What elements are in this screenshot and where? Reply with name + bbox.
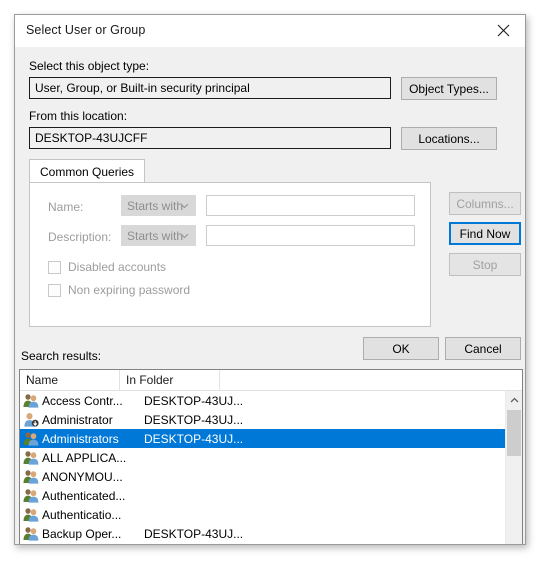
- group-icon: [23, 469, 39, 484]
- chevron-down-icon: [180, 203, 189, 209]
- common-queries-panel: Name: Starts with Description: Starts wi…: [29, 182, 431, 327]
- location-label: From this location:: [29, 109, 128, 123]
- table-row[interactable]: Administrators DESKTOP-43UJ...: [20, 429, 505, 448]
- table-row[interactable]: ALL APPLICA...: [20, 448, 505, 467]
- list-header: Name In Folder: [20, 370, 522, 391]
- scroll-up-icon[interactable]: [506, 391, 522, 408]
- stop-button[interactable]: Stop: [449, 253, 521, 276]
- checkbox-non-expiring-password[interactable]: Non expiring password: [48, 283, 190, 297]
- dialog-body: Select this object type: User, Group, or…: [15, 47, 525, 544]
- vertical-scrollbar[interactable]: [505, 391, 522, 544]
- screen: Select User or Group Select this object …: [0, 0, 556, 563]
- row-name: Authenticated...: [42, 488, 126, 503]
- description-condition-select[interactable]: Starts with: [121, 225, 196, 246]
- checkbox-label: Non expiring password: [68, 283, 191, 297]
- column-header-name[interactable]: Name: [20, 370, 120, 390]
- location-field[interactable]: DESKTOP-43UJCFF: [29, 127, 391, 149]
- row-folder: DESKTOP-43UJ...: [144, 412, 244, 427]
- table-row[interactable]: Administrator DESKTOP-43UJ...: [20, 410, 505, 429]
- name-condition-select[interactable]: Starts with: [121, 195, 196, 216]
- name-value-input[interactable]: [206, 195, 415, 216]
- group-icon: [23, 488, 39, 503]
- title-bar: Select User or Group: [15, 15, 525, 47]
- cancel-button[interactable]: Cancel: [445, 337, 521, 360]
- search-results-label: Search results:: [21, 349, 102, 363]
- list-rows: Access Contr... DESKTOP-43UJ... Administra…: [20, 391, 505, 544]
- scrollbar-thumb[interactable]: [507, 410, 521, 456]
- close-glyph: [497, 24, 509, 37]
- column-header-filler: [220, 370, 507, 390]
- search-results-list[interactable]: Name In Folder Access Contr... DESKTOP-43…: [19, 369, 523, 544]
- user-icon: [23, 412, 39, 427]
- description-condition-value: Starts with: [127, 228, 184, 243]
- table-row[interactable]: ANONYMOU...: [20, 467, 505, 486]
- description-label: Description:: [48, 230, 112, 244]
- tab-strip: Common Queries: [29, 159, 431, 183]
- row-folder: DESKTOP-43UJ...: [144, 431, 244, 446]
- row-name: ANONYMOU...: [42, 469, 123, 484]
- columns-button[interactable]: Columns...: [449, 192, 521, 215]
- table-row[interactable]: BATCH: [20, 543, 505, 544]
- checkbox-disabled-accounts[interactable]: Disabled accounts: [48, 260, 166, 274]
- group-icon: [23, 431, 39, 446]
- object-types-button[interactable]: Object Types...: [401, 77, 497, 100]
- object-type-field[interactable]: User, Group, or Built-in security princi…: [29, 77, 391, 99]
- column-header-in-folder[interactable]: In Folder: [120, 370, 220, 390]
- group-icon: [23, 450, 39, 465]
- ok-button[interactable]: OK: [363, 337, 439, 360]
- row-folder: DESKTOP-43UJ...: [144, 526, 244, 541]
- chevron-down-icon: [180, 233, 189, 239]
- table-row[interactable]: Authenticated...: [20, 486, 505, 505]
- checkbox-box: [48, 260, 61, 274]
- row-name: ALL APPLICA...: [42, 450, 127, 465]
- table-row[interactable]: Backup Oper... DESKTOP-43UJ...: [20, 524, 505, 543]
- object-type-label: Select this object type:: [29, 59, 150, 73]
- group-icon: [23, 507, 39, 522]
- row-name: Administrator: [42, 412, 113, 427]
- tab-common-queries[interactable]: Common Queries: [29, 159, 146, 183]
- row-folder: DESKTOP-43UJ...: [144, 393, 244, 408]
- row-name: Authenticatio...: [42, 507, 122, 522]
- row-name: Access Contr...: [42, 393, 123, 408]
- find-now-button[interactable]: Find Now: [449, 222, 521, 245]
- row-name: Administrators: [42, 431, 119, 446]
- table-row[interactable]: Access Contr... DESKTOP-43UJ...: [20, 391, 505, 410]
- window-title: Select User or Group: [26, 23, 146, 37]
- checkbox-box: [48, 283, 61, 297]
- select-user-or-group-dialog: Select User or Group Select this object …: [14, 14, 526, 545]
- row-name: Backup Oper...: [42, 526, 122, 541]
- group-icon: [23, 526, 39, 541]
- group-icon: [23, 393, 39, 408]
- name-condition-value: Starts with: [127, 198, 184, 213]
- close-icon[interactable]: [481, 15, 525, 46]
- locations-button[interactable]: Locations...: [401, 127, 497, 150]
- name-label: Name:: [48, 200, 84, 214]
- checkbox-label: Disabled accounts: [68, 260, 167, 274]
- table-row[interactable]: Authenticatio...: [20, 505, 505, 524]
- description-value-input[interactable]: [206, 225, 415, 246]
